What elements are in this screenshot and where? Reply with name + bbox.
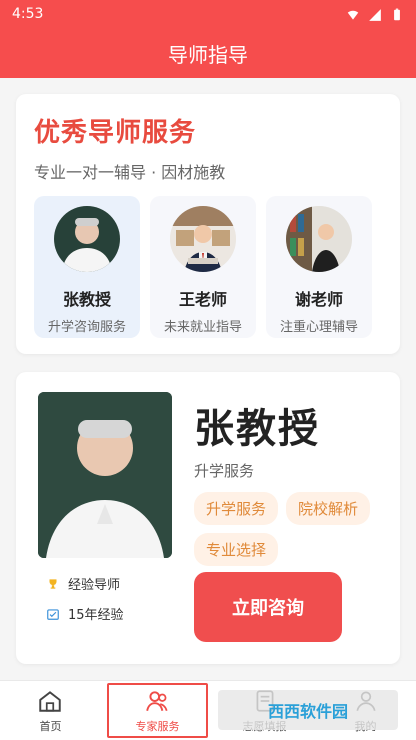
- battery-icon: [390, 7, 404, 21]
- mentor-profile-card: 经验导师 15年经验 张教授 升学服务 升学服务 院校解析 专业选择 立即咨询: [16, 372, 400, 664]
- home-icon: [37, 688, 63, 714]
- feature-text: 经验导师: [68, 578, 121, 593]
- tag: 专业选择: [194, 533, 279, 566]
- avatar: [170, 206, 236, 272]
- feature-text: 15年经验: [68, 608, 124, 623]
- tag-list: 升学服务 院校解析 专业选择: [194, 492, 384, 566]
- page-title: 导师指导: [168, 42, 248, 67]
- tab-home[interactable]: 首页: [0, 681, 101, 740]
- watermark: 西西软件园: [218, 690, 398, 730]
- mentor-list: 张教授 升学咨询服务 王老师 未来就业指导 谢老师 注重心理辅导: [34, 196, 372, 338]
- people-icon: [145, 688, 171, 714]
- feature-experienced: 经验导师: [46, 574, 120, 593]
- intro-title: 优秀导师服务: [34, 118, 197, 148]
- tab-label: 首页: [39, 719, 62, 733]
- signal-icon: [368, 7, 382, 21]
- tab-label: 专家服务: [135, 719, 180, 733]
- mentor-desc: 注重心理辅导: [279, 320, 358, 335]
- mentor-card-wang[interactable]: 王老师 未来就业指导: [150, 196, 256, 338]
- mentor-photo: [38, 392, 172, 558]
- profile-name: 张教授: [194, 406, 320, 452]
- mentor-name: 谢老师: [294, 290, 343, 309]
- mentor-desc: 未来就业指导: [163, 320, 242, 335]
- status-time: 4:53: [12, 6, 44, 22]
- mentor-name: 王老师: [178, 290, 227, 309]
- mentor-card-xie[interactable]: 谢老师 注重心理辅导: [266, 196, 372, 338]
- app-bar: 导师指导: [0, 28, 416, 78]
- system-icons: [346, 7, 404, 21]
- tab-expert-service[interactable]: 专家服务: [106, 683, 209, 738]
- avatar: [54, 206, 120, 272]
- feature-years: 15年经验: [46, 604, 124, 623]
- mentor-card-zhang[interactable]: 张教授 升学咨询服务: [34, 196, 140, 338]
- consult-button[interactable]: 立即咨询: [194, 572, 342, 642]
- intro-subtitle: 专业一对一辅导 · 因材施教: [34, 163, 226, 182]
- tag: 升学服务: [194, 492, 279, 525]
- tag: 院校解析: [286, 492, 371, 525]
- watermark-text: 西西软件园: [267, 702, 348, 721]
- mentor-name: 张教授: [62, 290, 111, 309]
- calendar-check-icon: [46, 607, 60, 621]
- avatar: [286, 206, 352, 272]
- trophy-icon: [46, 577, 60, 591]
- mentor-desc: 升学咨询服务: [47, 320, 126, 335]
- mentor-intro-card: 优秀导师服务 专业一对一辅导 · 因材施教 张教授 升学咨询服务 王老师 未来就…: [16, 94, 400, 354]
- wifi-icon: [346, 7, 360, 21]
- status-bar: 4:53: [0, 0, 416, 28]
- service-label: 升学服务: [194, 462, 255, 480]
